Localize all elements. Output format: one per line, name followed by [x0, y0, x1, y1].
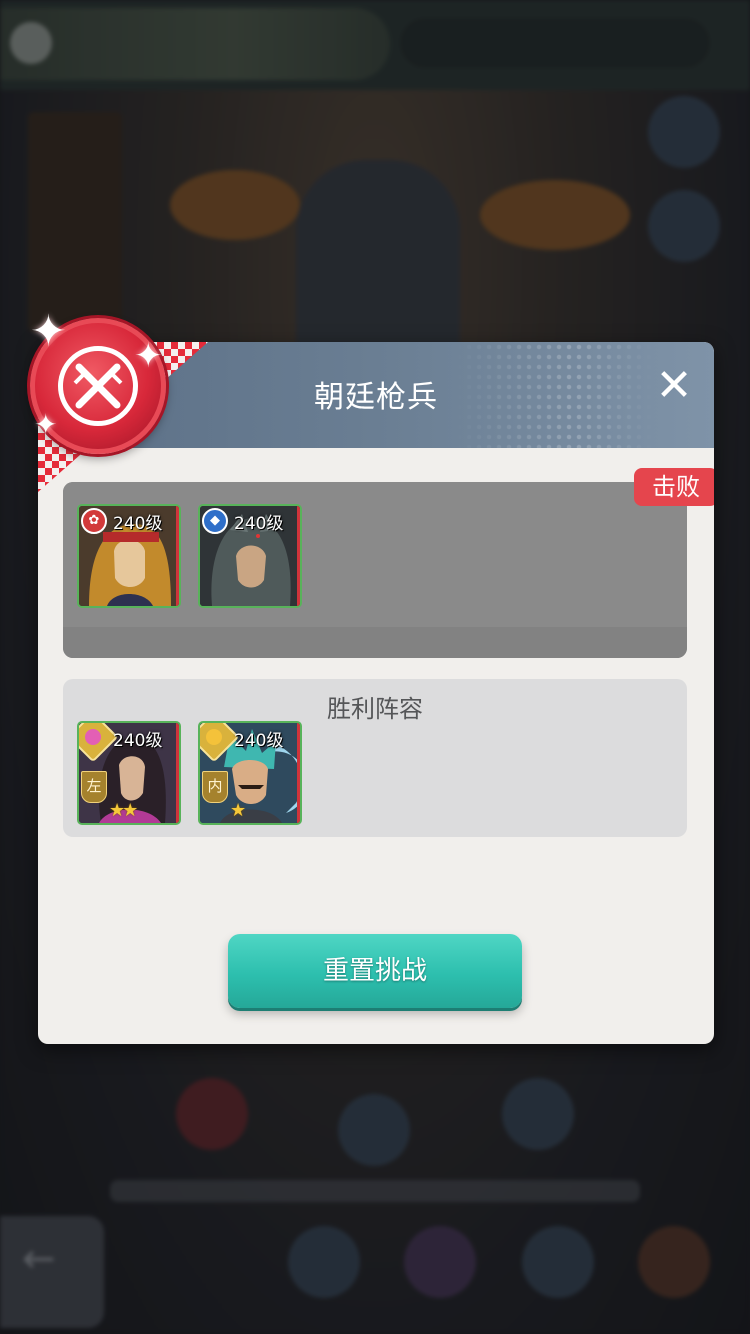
defeat-badge: 击败	[634, 468, 714, 506]
sparkle-icon: ✦	[30, 306, 67, 357]
close-button[interactable]: ✕	[652, 364, 696, 408]
card-edge	[176, 506, 179, 606]
enemy-hero-card[interactable]: ✿ 240级	[77, 504, 181, 608]
hero-level: 240级	[113, 731, 163, 751]
fire-element-icon: ✿	[81, 508, 107, 534]
position-badge: 内	[202, 771, 228, 803]
victory-team-title: 胜利阵容	[327, 695, 423, 723]
hero-level: 240级	[113, 514, 163, 534]
enemy-team-footer	[63, 627, 687, 658]
card-edge	[297, 723, 300, 823]
enemy-hero-card[interactable]: ◆ 240级	[198, 504, 302, 608]
water-element-icon: ◆	[202, 508, 228, 534]
sparkle-icon: ✦	[34, 408, 58, 441]
sparkle-icon: ✦	[134, 336, 163, 376]
close-icon: ✕	[655, 360, 693, 411]
star-rating: ★★	[109, 800, 138, 821]
victory-hero-card[interactable]: 240级 左 ★★	[77, 721, 181, 825]
hero-level: 240级	[234, 731, 284, 751]
position-badge: 左	[81, 771, 107, 803]
victory-hero-card[interactable]: 240级 内 ★	[198, 721, 302, 825]
reset-challenge-button[interactable]: 重置挑战	[228, 934, 522, 1008]
card-edge	[297, 506, 300, 606]
card-edge	[176, 723, 179, 823]
hero-level: 240级	[234, 514, 284, 534]
victory-team-panel: 胜利阵容 240级 左 ★★ 240级 内 ★	[63, 679, 687, 837]
enemy-team-panel: ✿ 240级 ◆ 240级	[63, 482, 687, 658]
star-rating: ★	[230, 800, 246, 821]
